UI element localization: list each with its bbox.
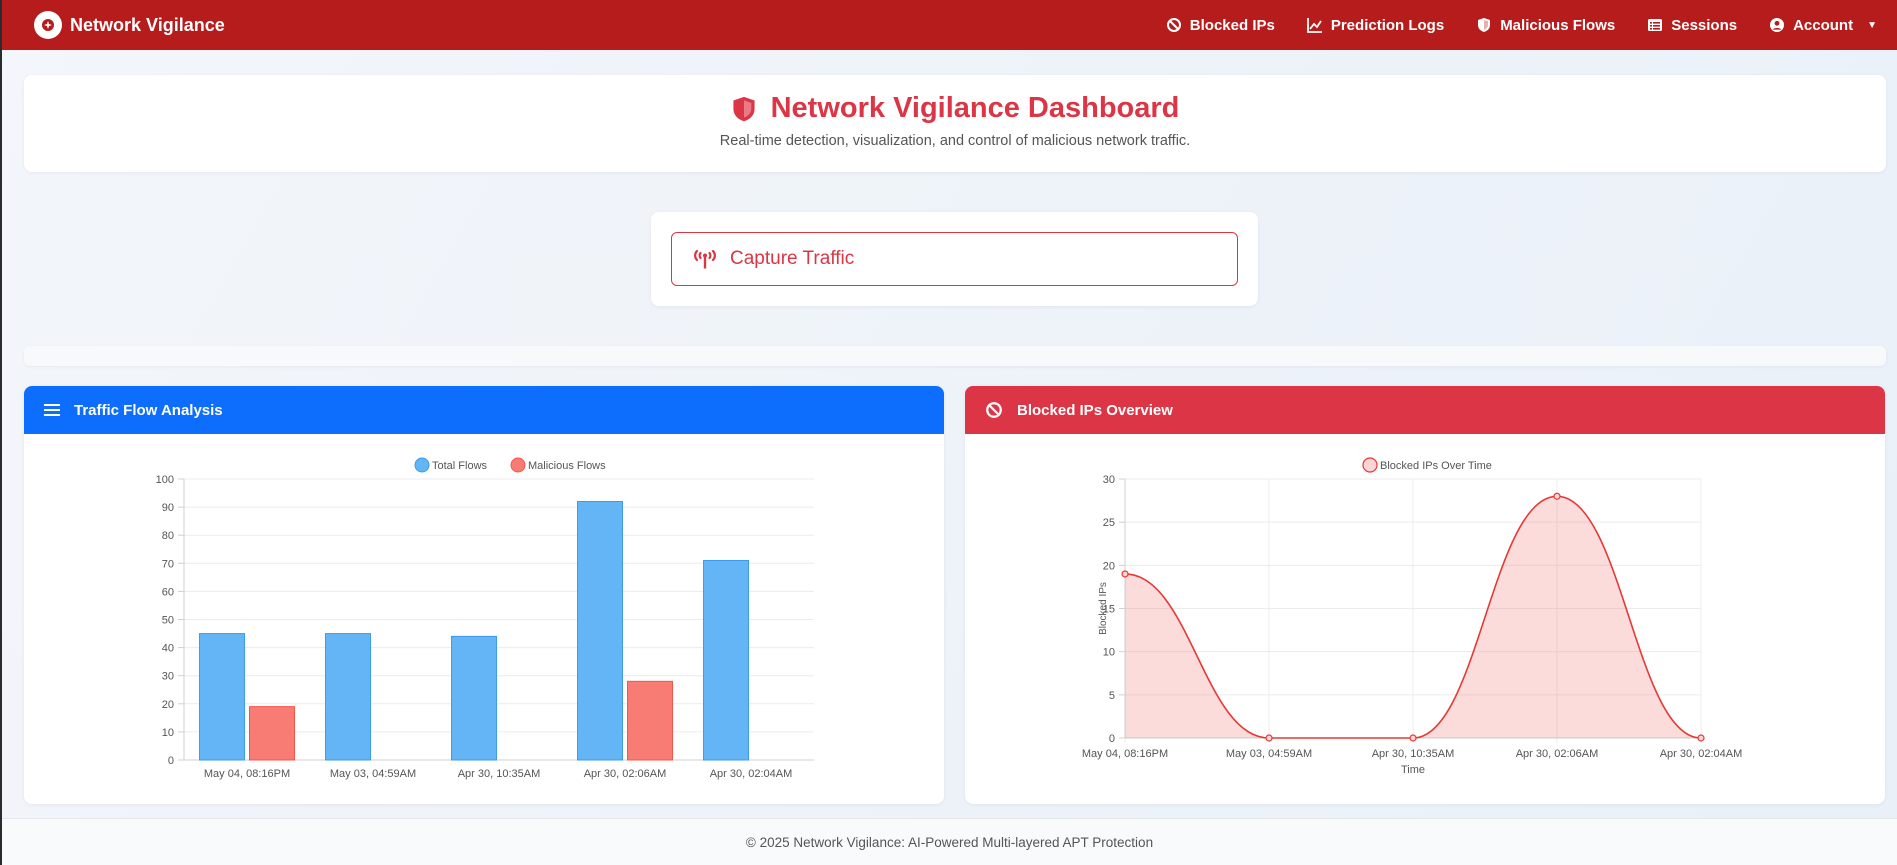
blocked-ips-chart: Blocked IPs Over Time051015202530May 04,… [1082,457,1743,776]
y-tick-label: 80 [162,530,174,542]
nav-blocked-ips-label: Blocked IPs [1189,16,1275,34]
capture-card: Capture Traffic [651,212,1258,306]
brand-logo-icon [34,11,62,39]
bar-total [451,635,497,761]
blocked-ips-title: Blocked IPs Overview [1017,401,1173,419]
traffic-flow-chart: Total Flows Malicious Flows 0 10 20 30 40 50 60 7… [156,457,814,780]
broadcast-tower-icon [694,249,716,269]
y-tick-label: 50 [162,615,174,627]
nav-prediction-logs[interactable]: Prediction Logs [1306,16,1445,34]
y-tick-label: 30 [1103,474,1115,486]
x-tick-label: Apr 30, 02:04AM [710,768,793,780]
y-tick-label: 0 [168,755,174,767]
footer-text: © 2025 Network Vigilance: AI-Powered Mul… [745,834,1154,850]
data-point [1265,734,1273,742]
legend-label: Blocked IPs Over Time [1380,460,1492,472]
status-bar-placeholder [24,346,1886,366]
page-title-row: Network Vigilance Dashboard [24,92,1886,125]
capture-traffic-button[interactable]: Capture Traffic [671,232,1238,286]
x-tick-label: Apr 30, 02:06AM [1516,748,1599,760]
x-tick-label: May 04, 08:16PM [1082,748,1168,760]
header-card: Network Vigilance Dashboard Real-time de… [24,75,1886,172]
data-point [1553,492,1561,500]
table-icon [1648,19,1663,31]
chart-legend: Blocked IPs Over Time [1362,457,1492,473]
x-tick-label: May 03, 04:59AM [1226,748,1312,760]
shield-icon [1478,18,1491,32]
page-title: Network Vigilance Dashboard [770,92,1180,124]
bar-malicious [627,680,673,761]
y-tick-label: 40 [162,643,174,655]
navbar: Network Vigilance Blocked IPs Prediction… [2,0,1897,50]
ban-icon [1166,18,1181,32]
y-tick-label: 30 [162,671,174,683]
data-point [1697,734,1705,742]
page-subtitle: Real-time detection, visualization, and … [719,133,1191,149]
nav-blocked-ips[interactable]: Blocked IPs [1166,17,1275,34]
bar-total [577,500,623,761]
brand-name: Network Vigilance [70,14,225,35]
legend-label: Malicious Flows [528,460,606,472]
y-tick-label: 5 [1109,690,1115,702]
nav-account-label: Account [1793,16,1854,34]
legend-swatch [414,457,430,473]
x-tick-label: Apr 30, 10:35AM [458,768,541,780]
nav-links: Blocked IPs Prediction Logs Malicious Fl… [1166,17,1877,34]
shield-icon [733,96,755,121]
chart-legend: Total Flows Malicious Flows [414,457,606,473]
nav-sessions-label: Sessions [1671,16,1738,34]
caret-down-icon: ▼ [1867,19,1877,31]
x-tick-label: May 03, 04:59AM [330,768,416,780]
nav-prediction-logs-label: Prediction Logs [1330,16,1445,34]
y-tick-label: 70 [162,558,174,570]
y-tick-label: 10 [162,727,174,739]
y-tick-label: 0 [1109,733,1115,745]
blocked-ips-header: Blocked IPs Overview [965,386,1885,434]
bar-total [703,559,749,761]
x-tick-label: Apr 30, 02:04AM [1660,748,1743,760]
data-point [1409,734,1417,742]
x-tick-label: Apr 30, 10:35AM [1372,748,1455,760]
y-tick-label: 20 [1103,560,1115,572]
nav-malicious-flows[interactable]: Malicious Flows [1476,17,1615,34]
y-tick-label: 25 [1103,517,1115,529]
y-tick-label: 90 [162,502,174,514]
blocked-ips-card: Blocked IPs Overview Blocked IPs Over Ti… [965,386,1885,804]
y-tick-label: 60 [162,586,174,598]
bar-malicious [249,706,295,761]
y-tick-label: 20 [162,699,174,711]
x-tick-label: Apr 30, 02:06AM [584,768,667,780]
legend-swatch [510,457,526,473]
traffic-flow-card: Traffic Flow Analysis Total Flows Malicio… [24,386,944,804]
user-circle-icon [1770,18,1785,32]
y-tick-label: 100 [156,474,174,486]
traffic-flow-title: Traffic Flow Analysis [74,401,223,419]
legend-swatch [1362,457,1378,473]
footer: © 2025 Network Vigilance: AI-Powered Mul… [2,818,1897,865]
chart-line-icon [1306,18,1322,33]
capture-traffic-label: Capture Traffic [730,248,855,269]
traffic-flow-header: Traffic Flow Analysis [24,386,944,434]
nav-malicious-flows-label: Malicious Flows [1500,16,1616,34]
x-axis-title: Time [1401,764,1425,776]
data-point [1121,570,1129,578]
y-axis-title: Blocked IPs [1098,582,1109,635]
y-tick-label: 10 [1103,647,1115,659]
bar-total [325,633,371,761]
bars-icon [44,404,60,416]
ban-icon [986,402,1002,418]
legend-label: Total Flows [432,460,488,472]
nav-sessions[interactable]: Sessions [1647,17,1737,34]
x-tick-label: May 04, 08:16PM [204,768,290,780]
bar-total [199,633,245,761]
brand[interactable]: Network Vigilance [34,11,225,39]
nav-account[interactable]: Account ▼ [1769,17,1877,34]
